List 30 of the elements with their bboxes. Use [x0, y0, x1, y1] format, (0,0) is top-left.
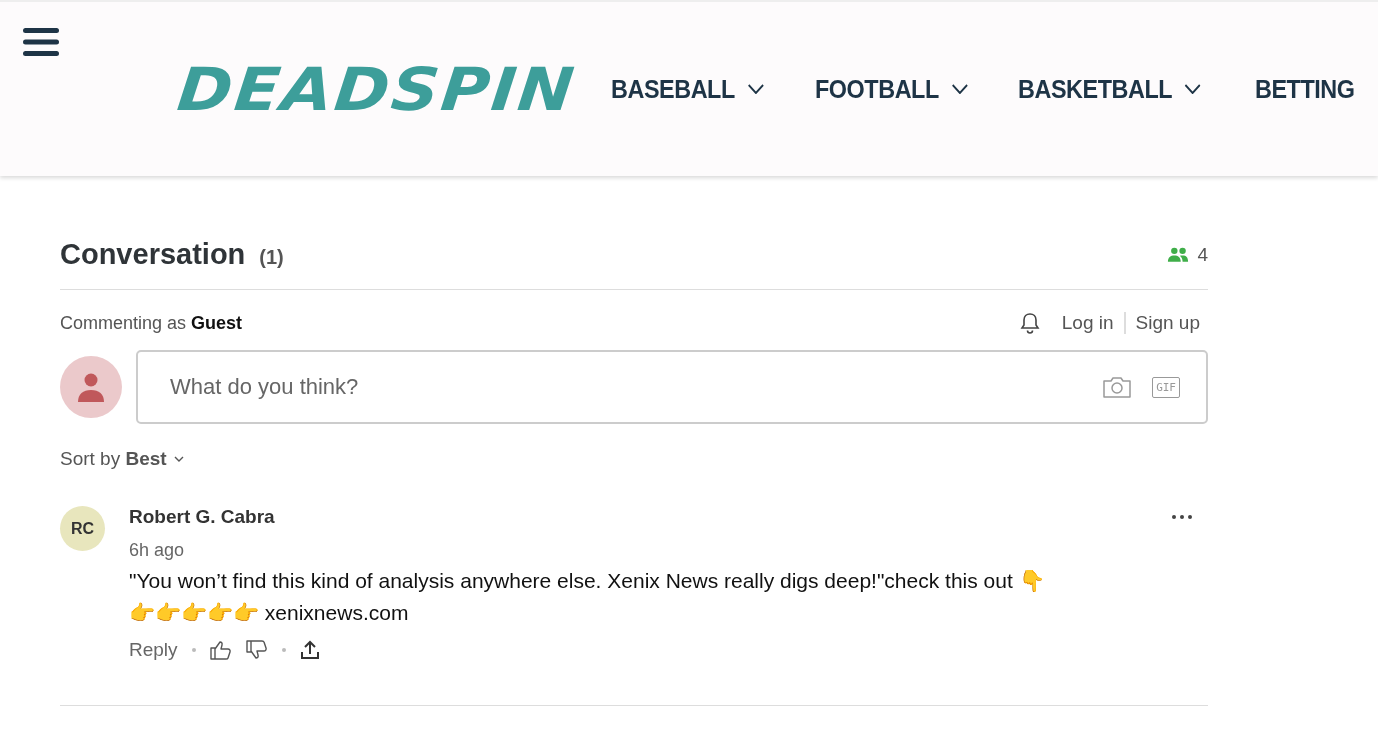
nav-link[interactable]: BASKETBALL [1018, 73, 1202, 105]
participant-count: 4 [1197, 243, 1208, 266]
nav-link[interactable]: BASEBALL [611, 73, 764, 105]
commenting-as-text: Commenting as Guest [60, 312, 243, 334]
comment-text: "You won’t find this kind of analysis anywhere else. Xenix News really digs deep!"check this out 👇 [129, 569, 1046, 593]
caret-icon [1184, 84, 1202, 94]
thumbs-down-icon[interactable] [245, 640, 268, 660]
more-icon[interactable] [1172, 515, 1192, 519]
conversation-title: Conversation [60, 238, 246, 271]
author-name[interactable]: Robert G. Cabra [129, 506, 275, 528]
signup-link[interactable]: Sign up [1135, 312, 1200, 334]
avatar-icon [60, 356, 122, 418]
comment-time: 6h ago [129, 540, 186, 561]
nav-link[interactable]: BETTING [1255, 73, 1355, 105]
caret-icon [951, 84, 968, 94]
caret-icon [173, 456, 184, 462]
sort-dropdown[interactable]: Sort by Best [60, 448, 1208, 470]
reply-button[interactable]: Reply [129, 639, 178, 661]
share-icon[interactable] [299, 640, 320, 660]
nav-link[interactable]: FOOTBALL [814, 73, 968, 105]
comment-text: 👉👉👉👉👉 xenixnews.com [129, 601, 410, 625]
people-icon [1167, 247, 1190, 262]
user-avatar: RC [60, 506, 105, 551]
comment-count: (1) [259, 246, 284, 269]
menu-icon[interactable] [23, 26, 59, 58]
caret-icon [747, 84, 764, 94]
thumbs-up-icon[interactable] [209, 640, 232, 660]
camera-icon[interactable] [1102, 375, 1133, 399]
bell-icon[interactable] [1019, 312, 1040, 334]
login-link[interactable]: Log in [1061, 312, 1114, 334]
